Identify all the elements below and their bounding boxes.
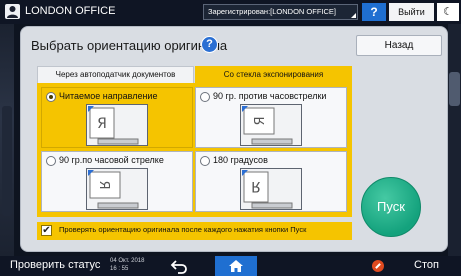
check-status-button[interactable]: Проверить статус bbox=[10, 259, 100, 271]
orientation-dialog: Выбрать ориентацию оригинала ? Назад Чер… bbox=[20, 26, 448, 252]
option-label: 90 гр. против часовстрелки bbox=[213, 91, 327, 101]
date-time: 04 Окт. 2018 16 : 55 bbox=[110, 258, 144, 273]
option-label: 180 градусов bbox=[213, 155, 268, 165]
option-label: 90 гр.по часовой стрелке bbox=[59, 155, 164, 165]
energy-saver-button[interactable]: ☾ bbox=[437, 3, 459, 21]
tab-exposure-glass[interactable]: Со стекла экспонирования bbox=[195, 66, 352, 83]
back-button[interactable]: Назад bbox=[356, 35, 442, 56]
home-screen-right-edge bbox=[448, 24, 461, 256]
scanner-glass-upside-down-icon: Я bbox=[240, 168, 302, 210]
back-arrow-icon[interactable] bbox=[170, 258, 188, 274]
logout-button[interactable]: Выйти bbox=[389, 3, 434, 21]
corner-indicator-icon bbox=[351, 13, 356, 18]
option-180-degrees[interactable]: 180 градусов Я bbox=[195, 151, 347, 212]
home-button[interactable] bbox=[215, 256, 257, 276]
radio-button bbox=[200, 156, 210, 166]
right-edge-button bbox=[449, 72, 460, 106]
svg-text:Я: Я bbox=[97, 116, 107, 132]
orientation-options-panel: Читаемое направление Я 90 гр. против час… bbox=[37, 83, 352, 217]
scanner-glass-rotated-ccw-icon: Я bbox=[240, 104, 302, 146]
home-icon bbox=[229, 260, 243, 272]
left-edge-tab bbox=[2, 106, 12, 216]
verify-orientation-checkbox-row[interactable]: ✔ Проверять ориентацию оригинала после к… bbox=[37, 222, 352, 240]
radio-button bbox=[46, 92, 56, 102]
help-button[interactable]: ? bbox=[362, 3, 386, 21]
radio-button bbox=[200, 92, 210, 102]
moon-icon: ☾ bbox=[443, 6, 453, 18]
stop-icon[interactable] bbox=[372, 260, 384, 272]
option-readable-direction[interactable]: Читаемое направление Я bbox=[41, 87, 193, 148]
option-label: Читаемое направление bbox=[59, 91, 158, 101]
checkbox-label: Проверять ориентацию оригинала после каж… bbox=[59, 225, 307, 234]
top-bar: LONDON OFFICE Зарегистрирован:[LONDON OF… bbox=[0, 0, 461, 24]
time-text: 16 : 55 bbox=[110, 265, 129, 272]
option-90-counterclockwise[interactable]: 90 гр. против часовстрелки Я bbox=[195, 87, 347, 148]
stop-button[interactable]: Стоп bbox=[414, 259, 439, 271]
scanner-glass-upright-icon: Я bbox=[86, 104, 148, 146]
option-90-clockwise[interactable]: 90 гр.по часовой стрелке Я bbox=[41, 151, 193, 212]
office-name: LONDON OFFICE bbox=[25, 5, 116, 17]
bottom-bar: Проверить статус 04 Окт. 2018 16 : 55 Ст… bbox=[0, 256, 461, 276]
radio-button bbox=[46, 156, 56, 166]
svg-text:Я: Я bbox=[96, 180, 111, 189]
date-text: 04 Окт. 2018 bbox=[110, 258, 145, 264]
dialog-title: Выбрать ориентацию оригинала bbox=[31, 38, 228, 53]
checkbox[interactable]: ✔ bbox=[41, 225, 52, 236]
help-circle-icon[interactable]: ? bbox=[201, 36, 218, 53]
login-status-field[interactable]: Зарегистрирован:[LONDON OFFICE] bbox=[203, 4, 358, 20]
scanner-glass-rotated-cw-icon: Я bbox=[86, 168, 148, 210]
tab-adf[interactable]: Через автоподатчик документов bbox=[37, 66, 194, 83]
user-icon bbox=[5, 4, 20, 19]
start-button[interactable]: Пуск bbox=[361, 177, 421, 237]
login-status-text: Зарегистрирован:[LONDON OFFICE] bbox=[208, 7, 336, 16]
svg-text:Я: Я bbox=[253, 116, 268, 125]
home-screen-left-edge bbox=[0, 24, 14, 256]
svg-text:Я: Я bbox=[251, 178, 261, 194]
